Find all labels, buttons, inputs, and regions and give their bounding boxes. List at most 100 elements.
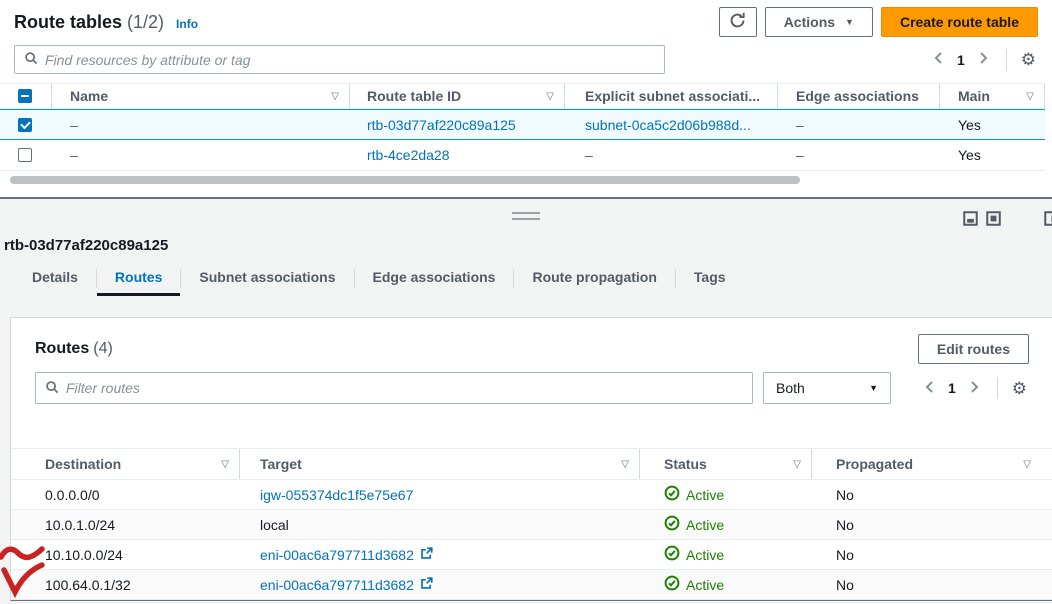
- page-number[interactable]: 1: [957, 52, 965, 68]
- search-input[interactable]: [45, 52, 655, 68]
- table-row[interactable]: – rtb-4ce2da28 – – Yes: [0, 140, 1045, 171]
- panel-position-bottom-icon[interactable]: [963, 211, 978, 226]
- split-panel-drag-handle[interactable]: [512, 212, 540, 220]
- chevron-down-icon: ▼: [869, 383, 878, 393]
- routes-filter-input[interactable]: [66, 380, 743, 396]
- info-link[interactable]: Info: [176, 17, 198, 31]
- edit-routes-button[interactable]: Edit routes: [918, 334, 1029, 364]
- search-icon: [24, 51, 45, 68]
- routes-settings-button[interactable]: ⚙: [1010, 378, 1029, 399]
- column-header-propagated[interactable]: Propagated ▽: [812, 449, 1052, 479]
- column-header-target[interactable]: Target ▽: [240, 449, 640, 479]
- propagated-cell: No: [812, 487, 1052, 503]
- prev-page-button[interactable]: [919, 377, 940, 400]
- route-row[interactable]: 0.0.0.0/0 igw-055374dc1f5e75e67 Active N…: [11, 480, 1052, 510]
- status-active-icon: [664, 545, 680, 564]
- destination-cell: 10.10.0.0/24: [33, 547, 240, 563]
- horizontal-scrollbar-thumb[interactable]: [10, 176, 800, 184]
- chevron-down-icon: ▼: [845, 17, 854, 27]
- detail-tabs: Details Routes Subnet associations Edge …: [14, 261, 744, 296]
- route-table-id-link[interactable]: rtb-4ce2da28: [367, 147, 450, 163]
- tab-routes[interactable]: Routes: [97, 261, 180, 296]
- column-header-status[interactable]: Status ▽: [640, 449, 812, 479]
- external-link-icon[interactable]: [420, 577, 433, 593]
- page-title-text: Route tables: [14, 12, 122, 32]
- chevron-left-icon: [933, 51, 944, 68]
- chevron-left-icon: [924, 380, 935, 397]
- tab-edge-associations[interactable]: Edge associations: [355, 261, 514, 296]
- column-header-name[interactable]: Name ▽: [52, 84, 350, 108]
- target-link[interactable]: igw-055374dc1f5e75e67: [260, 487, 413, 503]
- route-table-id-link[interactable]: rtb-03d77af220c89a125: [367, 117, 516, 133]
- target-link[interactable]: eni-00ac6a797711d3682: [260, 577, 414, 593]
- route-row[interactable]: 10.10.0.0/24 eni-00ac6a797711d3682 Activ…: [11, 540, 1052, 570]
- next-page-button[interactable]: [973, 48, 994, 71]
- table-header-row: Name ▽ Route table ID ▽ Explicit subnet …: [0, 83, 1045, 109]
- chevron-right-icon: [978, 51, 989, 68]
- status-cell: Active: [664, 515, 724, 534]
- status-text: Active: [686, 547, 724, 563]
- routes-table-header-row: Destination ▽ Target ▽ Status ▽ Propagat…: [11, 448, 1052, 480]
- panel-position-center-icon[interactable]: [986, 211, 1001, 226]
- sort-icon[interactable]: ▽: [221, 459, 229, 470]
- edge-associations-cell: –: [778, 110, 940, 139]
- status-text: Active: [686, 487, 724, 503]
- select-all-checkbox[interactable]: [18, 89, 32, 103]
- row-checkbox[interactable]: [18, 118, 32, 132]
- column-header-destination[interactable]: Destination ▽: [33, 449, 240, 479]
- target-text: local: [260, 517, 289, 533]
- sort-icon[interactable]: ▽: [1026, 91, 1034, 102]
- target-link[interactable]: eni-00ac6a797711d3682: [260, 547, 414, 563]
- status-cell: Active: [664, 545, 724, 564]
- resource-search-box: [14, 45, 665, 74]
- routes-filter-row: Both ▼ 1 ⚙: [35, 372, 1029, 404]
- refresh-icon: [729, 12, 746, 32]
- sort-icon[interactable]: ▽: [621, 459, 629, 470]
- status-active-icon: [664, 575, 680, 594]
- sort-icon[interactable]: ▽: [793, 459, 801, 470]
- route-tables-table: Name ▽ Route table ID ▽ Explicit subnet …: [0, 83, 1045, 185]
- page-header: Route tables(1/2) Info Actions ▼ Create …: [0, 0, 1052, 44]
- tab-route-propagation[interactable]: Route propagation: [514, 261, 674, 296]
- scope-select-value: Both: [776, 380, 805, 396]
- refresh-button[interactable]: [719, 7, 757, 37]
- panel-position-side-icon[interactable]: [1044, 211, 1052, 226]
- route-row[interactable]: 100.64.0.1/32 eni-00ac6a797711d3682 Acti…: [11, 570, 1052, 600]
- tab-subnet-associations[interactable]: Subnet associations: [181, 261, 353, 296]
- column-header-explicit-subnet[interactable]: Explicit subnet associati...: [565, 84, 778, 108]
- table-row[interactable]: – rtb-03d77af220c89a125 subnet-0ca5c2d06…: [0, 109, 1045, 140]
- routes-filter-box: [35, 372, 753, 404]
- tab-tags[interactable]: Tags: [676, 261, 744, 296]
- destination-cell: 10.0.1.0/24: [33, 517, 240, 533]
- split-panel: rtb-03d77af220c89a125 Details Routes Sub…: [0, 197, 1052, 604]
- prev-page-button[interactable]: [928, 48, 949, 71]
- actions-button[interactable]: Actions ▼: [765, 7, 873, 37]
- tab-details[interactable]: Details: [14, 261, 96, 296]
- subnet-association-link[interactable]: subnet-0ca5c2d06b988d...: [585, 117, 751, 133]
- external-link-icon[interactable]: [420, 547, 433, 563]
- horizontal-scrollbar: [0, 176, 1045, 185]
- sort-icon[interactable]: ▽: [546, 91, 554, 102]
- routes-scope-select[interactable]: Both ▼: [763, 372, 891, 404]
- column-header-main[interactable]: Main ▽: [940, 84, 1045, 108]
- table-pagination: 1 ⚙: [928, 48, 1038, 71]
- name-cell: –: [52, 140, 350, 170]
- column-header-edge-associations[interactable]: Edge associations: [778, 84, 940, 108]
- toolbar: 1 ⚙: [0, 44, 1052, 83]
- create-route-table-button[interactable]: Create route table: [881, 7, 1038, 37]
- next-page-button[interactable]: [964, 377, 985, 400]
- gear-icon: ⚙: [1012, 379, 1027, 398]
- sort-icon[interactable]: ▽: [1023, 459, 1031, 470]
- page-title: Route tables(1/2): [14, 12, 164, 33]
- page-number[interactable]: 1: [948, 380, 956, 396]
- route-row[interactable]: 10.0.1.0/24 local Active No: [11, 510, 1052, 540]
- pager-divider: [997, 377, 998, 399]
- row-checkbox[interactable]: [18, 148, 32, 162]
- routes-table: Destination ▽ Target ▽ Status ▽ Propagat…: [11, 448, 1052, 600]
- table-settings-button[interactable]: ⚙: [1019, 49, 1038, 70]
- status-cell: Active: [664, 485, 724, 504]
- sort-icon[interactable]: ▽: [331, 91, 339, 102]
- routes-title: Routes(4): [35, 340, 113, 358]
- column-header-route-table-id[interactable]: Route table ID ▽: [350, 84, 565, 108]
- pager-divider: [1006, 49, 1007, 71]
